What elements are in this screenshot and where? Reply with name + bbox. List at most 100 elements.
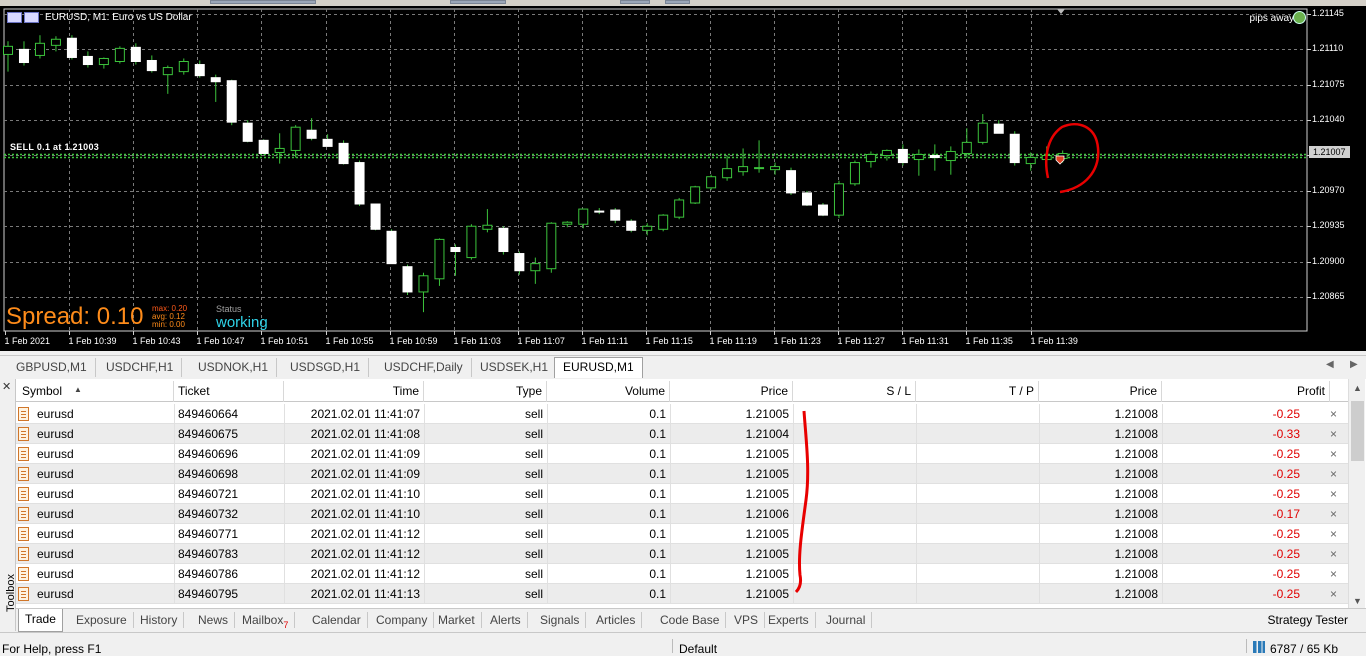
close-order-icon[interactable]: ×: [1330, 584, 1337, 604]
terminal-tab[interactable]: Articles: [590, 612, 643, 628]
column-header[interactable]: Price: [1039, 381, 1162, 402]
candle: [178, 58, 189, 75]
column-header[interactable]: Symbol: [16, 381, 174, 402]
table-row[interactable]: eurusd 849460732 2021.02.01 11:41:10 sell 0.…: [16, 504, 1348, 524]
chart-tab[interactable]: EURUSD,M1: [554, 357, 643, 378]
cell-type: sell: [524, 487, 543, 501]
cell-volume: 0.1: [649, 527, 666, 541]
close-order-icon[interactable]: ×: [1330, 444, 1337, 464]
candlestick-chart[interactable]: [0, 6, 1366, 351]
chart-tab[interactable]: USDNOK,H1: [190, 358, 278, 377]
toolbar-button[interactable]: [620, 0, 650, 4]
bull-candle-body: [1041, 155, 1052, 161]
cell-symbol: eurusd: [37, 587, 74, 601]
table-row[interactable]: eurusd 849460675 2021.02.01 11:41:08 sell 0.…: [16, 424, 1348, 444]
table-row[interactable]: eurusd 849460721 2021.02.01 11:41:10 sell 0.…: [16, 484, 1348, 504]
scroll-down-icon[interactable]: ▼: [1353, 596, 1362, 606]
price-chart[interactable]: EURUSD, M1: Euro vs US Dollar pips away …: [0, 6, 1366, 351]
terminal-tab[interactable]: Mailbox7: [236, 612, 296, 630]
toolbox-label: Toolbox: [4, 574, 17, 612]
table-row[interactable]: eurusd 849460786 2021.02.01 11:41:12 sell 0.…: [16, 564, 1348, 584]
candle: [738, 148, 749, 176]
table-row[interactable]: eurusd 849460696 2021.02.01 11:41:09 sell 0.…: [16, 444, 1348, 464]
terminal-tab[interactable]: Company: [370, 612, 435, 628]
table-row[interactable]: eurusd 849460795 2021.02.01 11:41:13 sell 0.…: [16, 584, 1348, 604]
column-header[interactable]: Type: [424, 381, 547, 402]
cell-volume: 0.1: [649, 507, 666, 521]
column-header[interactable]: Profit: [1162, 381, 1330, 402]
scroll-up-icon[interactable]: ▲: [1353, 383, 1362, 393]
scrollbar-thumb[interactable]: [1351, 401, 1364, 461]
connection-status-icon[interactable]: [1253, 641, 1265, 653]
y-axis-label: 1.20900: [1312, 255, 1345, 266]
toolbar-button[interactable]: [210, 0, 316, 4]
bull-candle-body: [674, 199, 685, 218]
chart-tab[interactable]: GBPUSD,M1: [8, 358, 96, 377]
bull-candle-body: [706, 176, 717, 189]
candle: [338, 140, 349, 165]
close-order-icon[interactable]: ×: [1330, 504, 1337, 524]
cell-time: 2021.02.01 11:41:10: [310, 507, 420, 521]
tab-scroll-left-icon[interactable]: ◀: [1326, 359, 1334, 370]
status-profile[interactable]: Default: [679, 642, 717, 656]
close-order-icon[interactable]: ×: [1330, 544, 1337, 564]
column-header[interactable]: Volume: [547, 381, 670, 402]
column-header[interactable]: Time: [284, 381, 424, 402]
close-order-icon[interactable]: ×: [1330, 484, 1337, 504]
bull-candle-body: [530, 263, 541, 272]
column-header[interactable]: Price: [670, 381, 793, 402]
column-header[interactable]: T / P: [916, 381, 1039, 402]
toolbar-button[interactable]: [450, 0, 506, 4]
column-header[interactable]: Ticket: [174, 381, 284, 402]
candle: [802, 190, 812, 207]
bear-candle-body: [18, 48, 29, 64]
terminal-tab[interactable]: History: [134, 612, 185, 628]
table-row[interactable]: eurusd 849460698 2021.02.01 11:41:09 sell 0.…: [16, 464, 1348, 484]
y-axis-label: 1.21040: [1312, 114, 1345, 125]
bull-candle-body: [658, 214, 669, 230]
x-axis-label: 1 Feb 10:43: [132, 336, 181, 346]
terminal-tab[interactable]: Code Base: [654, 612, 727, 628]
y-axis-label: 1.20970: [1312, 184, 1345, 195]
sort-ascending-icon[interactable]: ▲: [74, 385, 82, 394]
table-row[interactable]: eurusd 849460664 2021.02.01 11:41:07 sell 0.…: [16, 404, 1348, 424]
close-order-icon[interactable]: ×: [1330, 564, 1337, 584]
column-header[interactable]: S / L: [793, 381, 916, 402]
cell-ticket: 849460783: [178, 547, 239, 561]
tab-scroll-right-icon[interactable]: ▶: [1350, 359, 1358, 370]
chart-tab[interactable]: USDCHF,H1: [98, 358, 183, 377]
chart-tab[interactable]: USDSEK,H1: [472, 358, 558, 377]
candle: [514, 251, 525, 275]
bear-candle-body: [82, 55, 93, 66]
terminal-tab-label: Journal: [826, 613, 866, 627]
cell-price: 1.21005: [745, 467, 789, 481]
cell-symbol: eurusd: [37, 467, 74, 481]
bull-candle-body: [546, 222, 557, 270]
chart-tab[interactable]: USDSGD,H1: [282, 358, 370, 377]
close-order-icon[interactable]: ×: [1330, 404, 1337, 424]
close-order-icon[interactable]: ×: [1330, 464, 1337, 484]
terminal-tab[interactable]: Calendar: [306, 612, 368, 628]
bull-candle-body: [865, 153, 876, 163]
terminal-tab[interactable]: VPS: [728, 612, 766, 628]
terminal-tab[interactable]: Alerts: [484, 612, 528, 628]
terminal-tab[interactable]: Experts: [762, 612, 816, 628]
terminal-tab[interactable]: News: [192, 612, 236, 628]
table-row[interactable]: eurusd 849460771 2021.02.01 11:41:12 sell 0.…: [16, 524, 1348, 544]
strategy-tester-tab[interactable]: Strategy Tester: [1268, 613, 1348, 627]
table-row[interactable]: eurusd 849460783 2021.02.01 11:41:12 sell 0.…: [16, 544, 1348, 564]
close-icon[interactable]: ✕: [2, 380, 11, 393]
terminal-tab[interactable]: Exposure: [70, 612, 134, 628]
terminal-tab[interactable]: Trade: [18, 609, 63, 632]
terminal-tab[interactable]: Signals: [534, 612, 587, 628]
candle: [865, 151, 876, 168]
bull-candle-body: [738, 166, 749, 173]
close-order-icon[interactable]: ×: [1330, 424, 1337, 444]
chart-tab[interactable]: USDCHF,Daily: [376, 358, 472, 377]
terminal-tab[interactable]: Market: [432, 612, 482, 628]
toolbar-button[interactable]: [665, 0, 690, 4]
cell-cur: 1.21008: [1114, 527, 1158, 541]
vertical-scrollbar[interactable]: ▲ ▼: [1348, 379, 1365, 608]
close-order-icon[interactable]: ×: [1330, 524, 1337, 544]
terminal-tab[interactable]: Journal: [820, 612, 873, 628]
